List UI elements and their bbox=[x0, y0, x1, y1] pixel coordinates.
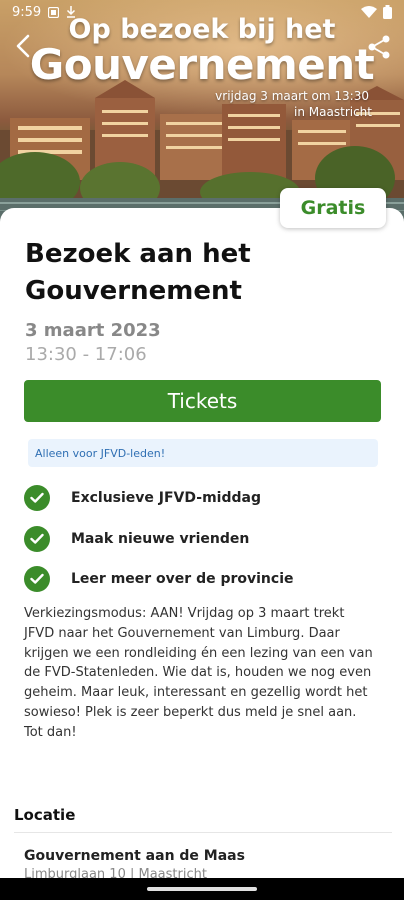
event-description: Verkiezingsmodus: AAN! Vrijdag op 3 maar… bbox=[24, 606, 373, 740]
members-only-note: Alleen voor JFVD-leden! bbox=[28, 439, 378, 467]
location-heading: Locatie bbox=[14, 806, 76, 824]
feature-label: Leer meer over de provincie bbox=[71, 571, 294, 588]
hero-title-line2: Gouvernement bbox=[29, 40, 375, 89]
check-circle-icon bbox=[24, 525, 50, 552]
download-icon bbox=[67, 6, 76, 18]
feature-label: Exclusieve JFVD-middag bbox=[71, 490, 261, 507]
check-circle-icon bbox=[24, 485, 50, 512]
feature-item: Leer meer over de provincie bbox=[24, 559, 384, 600]
battery-icon bbox=[383, 5, 392, 19]
check-circle-icon bbox=[24, 566, 50, 593]
event-title: Bezoek aan het Gouvernement bbox=[25, 239, 251, 306]
hero-subtitle-place: in Maastricht bbox=[294, 105, 372, 119]
feature-item: Maak nieuwe vrienden bbox=[24, 519, 384, 560]
back-button[interactable] bbox=[10, 32, 38, 60]
wifi-icon bbox=[361, 6, 377, 18]
share-icon bbox=[368, 35, 390, 59]
location-name[interactable]: Gouvernement aan de Maas bbox=[24, 848, 245, 864]
notification-icon bbox=[48, 6, 60, 18]
event-date: 3 maart 2023 bbox=[25, 320, 161, 341]
location-divider bbox=[14, 832, 392, 833]
share-button[interactable] bbox=[366, 34, 392, 60]
chevron-left-icon bbox=[16, 34, 30, 58]
status-bar: 9:59 bbox=[0, 0, 404, 24]
event-detail-sheet: Bezoek aan het Gouvernement 3 maart 2023… bbox=[0, 208, 404, 900]
tickets-button[interactable]: Tickets bbox=[24, 380, 381, 422]
gesture-nav-bar bbox=[0, 878, 404, 900]
status-time: 9:59 bbox=[12, 4, 42, 20]
feature-label: Maak nieuwe vrienden bbox=[71, 530, 250, 547]
hero-subtitle-date: vrijdag 3 maart om 13:30 bbox=[215, 89, 369, 103]
feature-item: Exclusieve JFVD-middag bbox=[24, 478, 384, 519]
feature-list: Exclusieve JFVD-middag Maak nieuwe vrien… bbox=[24, 478, 384, 600]
event-time: 13:30 - 17:06 bbox=[25, 344, 147, 365]
price-badge: Gratis bbox=[280, 188, 386, 228]
home-indicator[interactable] bbox=[147, 887, 257, 891]
